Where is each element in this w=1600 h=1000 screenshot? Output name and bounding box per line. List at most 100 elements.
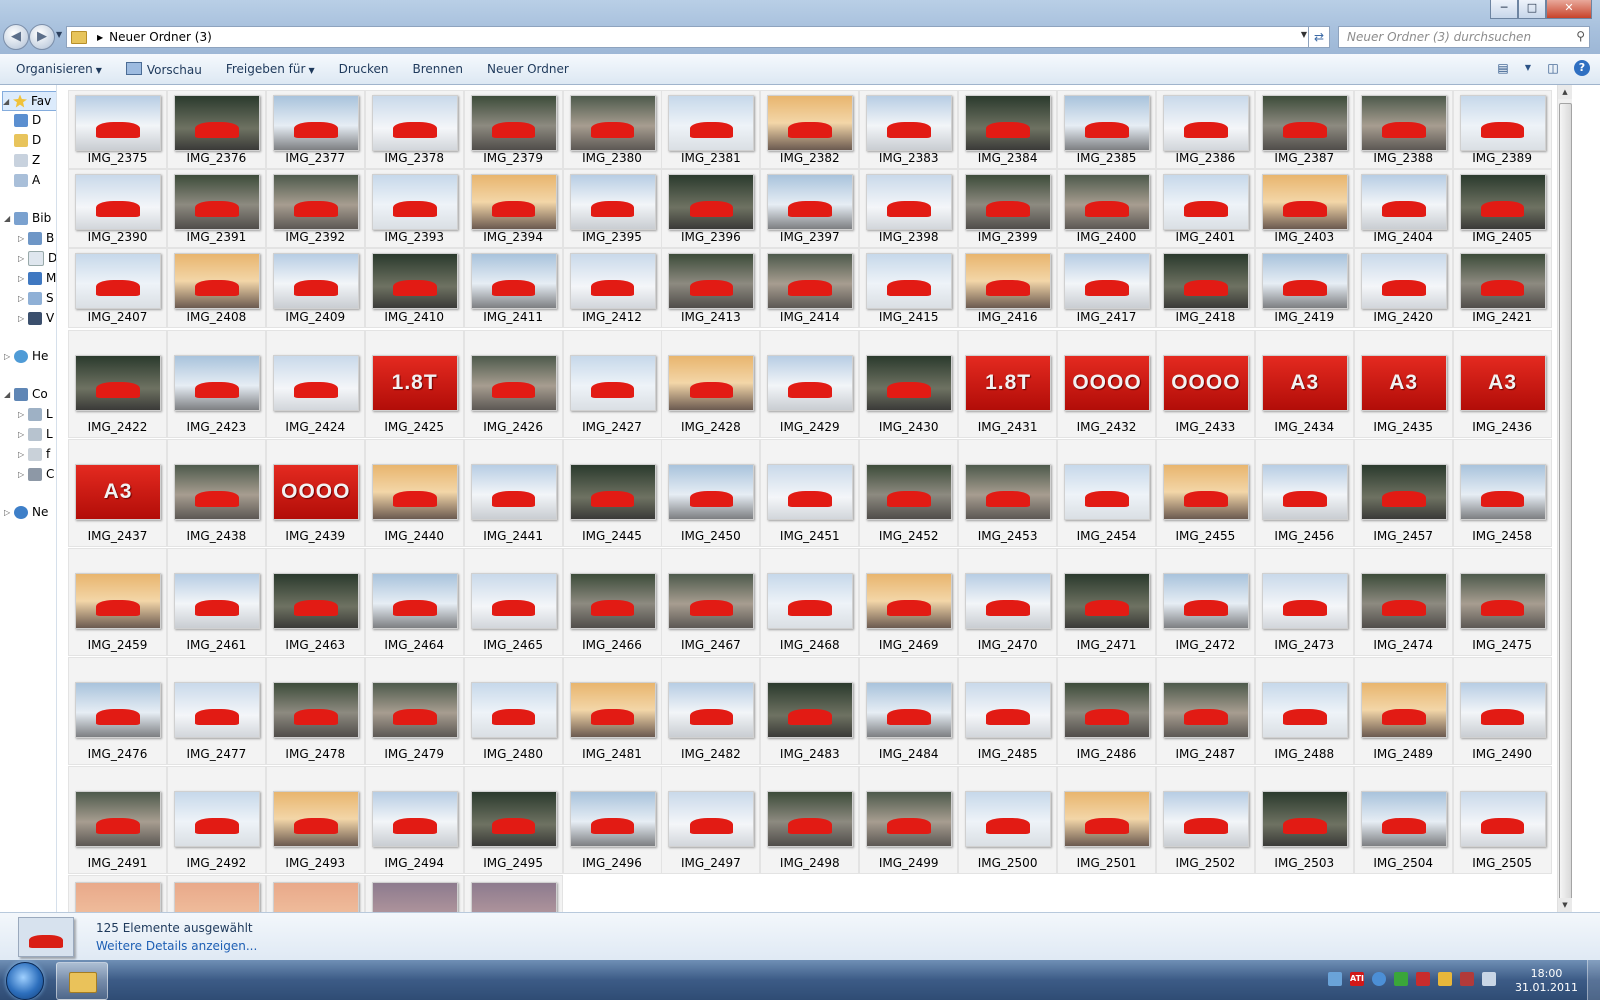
nav-lib-item[interactable]: ▷ S <box>18 289 54 307</box>
file-item[interactable]: IMG_2411 <box>463 248 563 328</box>
file-item[interactable]: IMG_2382 <box>760 90 860 169</box>
file-item[interactable]: IMG_2493 <box>265 766 365 874</box>
file-item[interactable]: IMG_2465 <box>463 548 563 656</box>
file-item[interactable]: IMG_2412 <box>562 248 662 328</box>
file-item[interactable]: IMG_2418 <box>1155 248 1255 328</box>
file-item[interactable]: IMG_2464 <box>364 548 464 656</box>
file-item[interactable]: IMG_2405 <box>1452 169 1552 248</box>
view-dropdown-icon[interactable]: ▼ <box>1524 59 1532 77</box>
file-item[interactable]: A3 IMG_2437 <box>68 439 167 547</box>
file-item[interactable]: IMG_2422 <box>68 330 167 438</box>
file-item[interactable]: IMG_2480 <box>463 657 563 765</box>
collapse-icon[interactable]: ◢ <box>4 390 14 399</box>
nav-drive-item[interactable]: ▷ C <box>18 465 54 483</box>
file-item[interactable]: OOOO IMG_2432 <box>1057 330 1156 438</box>
file-item[interactable]: IMG_2463 <box>265 548 365 656</box>
file-item[interactable]: IMG_2504 <box>1353 766 1453 874</box>
file-item[interactable]: IMG_2490 <box>1452 657 1552 765</box>
print-button[interactable]: Drucken <box>333 59 395 79</box>
file-item[interactable]: IMG_2384 <box>958 90 1058 169</box>
file-item[interactable]: A3 IMG_2436 <box>1452 330 1552 438</box>
file-item[interactable]: IMG_2450 <box>661 439 761 547</box>
search-input[interactable]: Neuer Ordner (3) durchsuchen ⚲ <box>1338 26 1590 48</box>
burn-button[interactable]: Brennen <box>407 59 469 79</box>
file-item[interactable]: IMG_2498 <box>760 766 860 874</box>
file-item[interactable]: IMG_2423 <box>166 330 266 438</box>
expand-icon[interactable]: ▷ <box>18 294 28 303</box>
expand-icon[interactable]: ▷ <box>18 234 28 243</box>
file-item[interactable]: IMG_2496 <box>562 766 662 874</box>
file-item[interactable]: IMG_2473 <box>1254 548 1354 656</box>
file-item[interactable]: IMG_2489 <box>1353 657 1453 765</box>
volume-icon[interactable] <box>1482 972 1496 986</box>
file-item[interactable]: IMG_2420 <box>1353 248 1453 328</box>
file-item[interactable]: IMG_2486 <box>1057 657 1156 765</box>
file-item[interactable]: IMG_2417 <box>1057 248 1156 328</box>
file-item[interactable]: IMG_2484 <box>859 657 959 765</box>
expand-icon[interactable]: ▷ <box>18 254 28 263</box>
nav-fav-item[interactable]: D <box>14 131 41 149</box>
taskbar-explorer-button[interactable] <box>56 962 108 1000</box>
file-item[interactable]: IMG_2385 <box>1057 90 1156 169</box>
clock[interactable]: 18:00 31.01.2011 <box>1515 967 1578 995</box>
file-item[interactable]: IMG_2495 <box>463 766 563 874</box>
nav-lib-item[interactable]: ▷ V <box>18 309 54 327</box>
file-item[interactable]: IMG_2477 <box>166 657 266 765</box>
more-details-link[interactable]: Weitere Details anzeigen... <box>96 939 257 953</box>
close-button[interactable]: ✕ <box>1546 0 1592 19</box>
file-item[interactable]: IMG_2428 <box>661 330 761 438</box>
file-item[interactable]: IMG_2424 <box>265 330 365 438</box>
show-desktop-button[interactable] <box>1587 960 1600 1000</box>
nav-favorites[interactable]: ◢ Fav <box>2 91 56 111</box>
file-item[interactable]: IMG_2451 <box>760 439 860 547</box>
collapse-icon[interactable]: ◢ <box>4 214 14 223</box>
file-item[interactable]: IMG_2415 <box>859 248 959 328</box>
nav-libraries[interactable]: ◢ Bib <box>4 209 51 227</box>
search-icon[interactable]: ⚲ <box>1576 29 1585 43</box>
file-item[interactable]: IMG_2410 <box>364 248 464 328</box>
file-item[interactable]: IMG_2388 <box>1353 90 1453 169</box>
file-item[interactable]: IMG_2470 <box>958 548 1058 656</box>
file-item[interactable]: IMG_2468 <box>760 548 860 656</box>
nav-drive-item[interactable]: ▷ f <box>18 445 50 463</box>
file-item[interactable]: IMG_2459 <box>68 548 167 656</box>
expand-icon[interactable]: ▷ <box>18 430 28 439</box>
refresh-icon[interactable]: ⇄ <box>1308 27 1329 47</box>
file-item[interactable]: IMG_2482 <box>661 657 761 765</box>
file-item[interactable]: IMG_2375 <box>68 90 167 169</box>
nav-fav-item[interactable]: D <box>14 111 41 129</box>
file-item[interactable]: IMG_2407 <box>68 248 167 328</box>
file-item[interactable]: IMG_2390 <box>68 169 167 248</box>
file-item[interactable]: OOOO IMG_2439 <box>265 439 365 547</box>
scrollbar-thumb[interactable] <box>1559 103 1572 911</box>
file-item[interactable]: IMG_2500 <box>958 766 1058 874</box>
tray-app-icon[interactable] <box>1328 972 1342 986</box>
file-item[interactable]: IMG_2399 <box>958 169 1058 248</box>
file-item[interactable] <box>166 875 266 912</box>
file-item[interactable]: IMG_2485 <box>958 657 1058 765</box>
help-icon[interactable]: ? <box>1574 60 1590 76</box>
file-item[interactable]: IMG_2458 <box>1452 439 1552 547</box>
file-item[interactable]: IMG_2499 <box>859 766 959 874</box>
network-icon[interactable] <box>1460 972 1474 986</box>
file-item[interactable]: IMG_2497 <box>661 766 761 874</box>
file-item[interactable]: IMG_2421 <box>1452 248 1552 328</box>
nav-drive-item[interactable]: ▷ L <box>18 405 53 423</box>
nav-fav-item[interactable]: A <box>14 171 40 189</box>
file-item[interactable]: IMG_2381 <box>661 90 761 169</box>
expand-icon[interactable]: ▷ <box>4 352 14 361</box>
file-item[interactable]: IMG_2396 <box>661 169 761 248</box>
file-item[interactable]: IMG_2391 <box>166 169 266 248</box>
file-item[interactable]: IMG_2380 <box>562 90 662 169</box>
file-item[interactable]: IMG_2430 <box>859 330 959 438</box>
expand-icon[interactable]: ▷ <box>18 450 28 459</box>
file-item[interactable]: IMG_2475 <box>1452 548 1552 656</box>
file-item[interactable]: A3 IMG_2435 <box>1353 330 1453 438</box>
expand-icon[interactable]: ▷ <box>18 314 28 323</box>
file-item[interactable]: IMG_2427 <box>562 330 662 438</box>
file-item[interactable]: IMG_2392 <box>265 169 365 248</box>
file-item[interactable]: IMG_2376 <box>166 90 266 169</box>
file-item[interactable]: IMG_2488 <box>1254 657 1354 765</box>
file-item[interactable]: IMG_2438 <box>166 439 266 547</box>
vertical-scrollbar[interactable]: ▲ ▼ <box>1557 85 1572 912</box>
